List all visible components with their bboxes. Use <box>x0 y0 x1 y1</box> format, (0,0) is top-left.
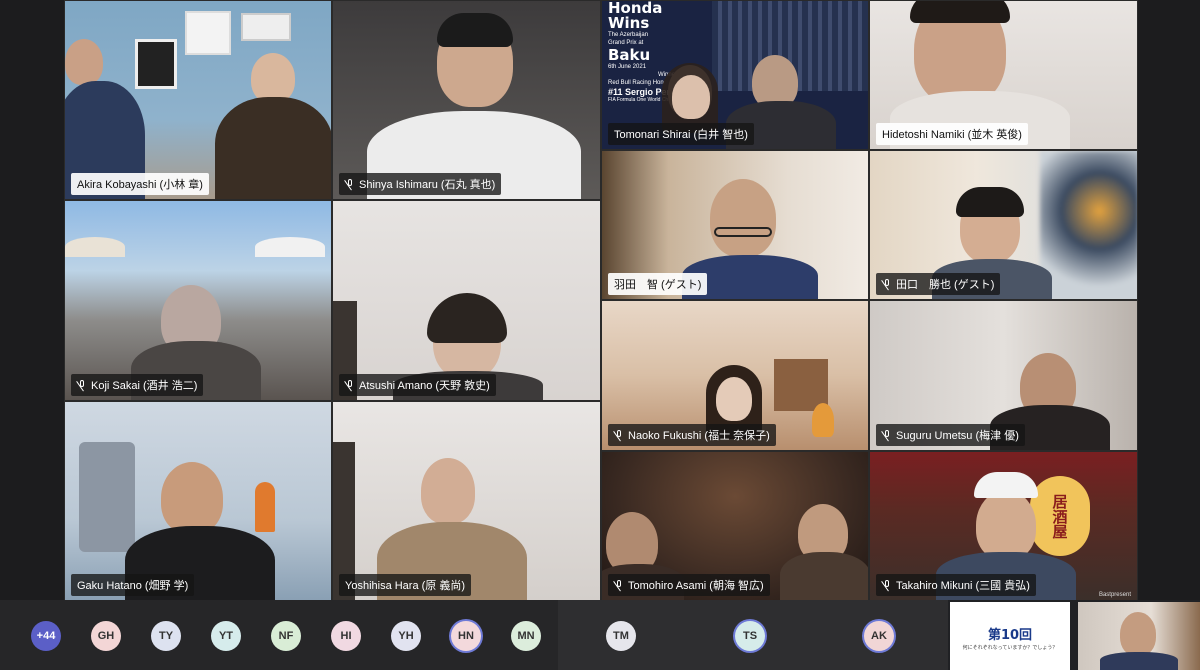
avatar[interactable]: YH <box>391 621 421 651</box>
avatar[interactable]: HI <box>331 621 361 651</box>
video-tile-atsushi[interactable]: Atsushi Amano (天野 敦史) <box>332 200 601 401</box>
person-head <box>976 490 1036 560</box>
video-tile-hidetoshi[interactable]: Hidetoshi Namiki (並木 英俊) <box>869 0 1138 150</box>
wall-frame <box>241 13 291 41</box>
mic-muted-icon <box>614 579 624 591</box>
video-tile-haneda[interactable]: 羽田 智 (ゲスト) <box>601 150 869 300</box>
video-tile-takahiro[interactable]: 居酒屋 Bastpresent Takahiro Mikuni (三國 貴弘) <box>869 451 1138 601</box>
glasses <box>714 227 772 237</box>
participant-name: Tomonari Shirai (白井 智也) <box>608 123 754 145</box>
slide-title: 第10回 <box>987 628 1033 643</box>
parasol <box>255 237 325 257</box>
person-head <box>251 53 295 103</box>
participant-name: Yoshihisa Hara (原 義尚) <box>339 574 472 596</box>
mic-muted-icon <box>77 379 87 391</box>
participant-avatars: +44 GH TY YT NF HI YH HN MN <box>0 600 558 670</box>
mic-muted-icon <box>345 379 355 391</box>
person-head <box>710 179 776 257</box>
avatar-speaking[interactable]: TS <box>735 621 765 651</box>
video-tile-suguru[interactable]: Suguru Umetsu (梅津 優) <box>869 300 1138 451</box>
participant-name: Atsushi Amano (天野 敦史) <box>339 374 496 396</box>
mic-muted-icon <box>614 429 624 441</box>
participant-name: Koji Sakai (酒井 浩二) <box>71 374 204 396</box>
person-hair <box>437 13 513 47</box>
video-tile-koji[interactable]: Koji Sakai (酒井 浩二) <box>64 200 332 401</box>
lantern: 居酒屋 <box>1030 476 1090 556</box>
video-tile-akira[interactable]: Akira Kobayashi (小林 章) <box>64 0 332 200</box>
watermark: Bastpresent <box>1098 592 1131 598</box>
video-tile-tomohiro[interactable]: Tomohiro Asami (朝海 智広) <box>601 451 869 601</box>
participant-name: Takahiro Mikuni (三國 貴弘) <box>876 574 1036 596</box>
person-hair <box>956 187 1024 217</box>
person-body <box>780 552 868 600</box>
participant-name: Akira Kobayashi (小林 章) <box>71 173 209 195</box>
participant-name: 田口 勝也 (ゲスト) <box>876 273 1001 295</box>
video-tile-naoko[interactable]: Naoko Fukushi (福士 奈保子) <box>601 300 869 451</box>
participant-name: Shinya Ishimaru (石丸 真也) <box>339 173 502 195</box>
participant-name: Hidetoshi Namiki (並木 英俊) <box>876 123 1028 145</box>
avatar[interactable]: YT <box>211 621 241 651</box>
wall-frame <box>135 39 177 89</box>
parasol <box>65 237 125 257</box>
video-tile-tomonari[interactable]: Honda Wins The Azerbaijan Grand Prix at … <box>601 0 869 150</box>
wall-frame <box>185 11 231 55</box>
mic-muted-icon <box>882 579 892 591</box>
participant-avatars-featured: TM TS AK <box>558 600 948 670</box>
pumpkin-decoration <box>812 403 834 437</box>
avatar-speaking[interactable]: HN <box>451 621 481 651</box>
avatar-speaking[interactable]: AK <box>864 621 894 651</box>
avatar[interactable]: TM <box>606 621 636 651</box>
avatar[interactable]: GH <box>91 621 121 651</box>
self-view-thumbnail[interactable] <box>1078 602 1200 670</box>
mic-muted-icon <box>882 278 892 290</box>
avatar[interactable]: MN <box>511 621 541 651</box>
participant-name: Suguru Umetsu (梅津 優) <box>876 424 1025 446</box>
participant-name: Tomohiro Asami (朝海 智広) <box>608 574 770 596</box>
person-head <box>421 458 475 524</box>
person-head <box>65 39 103 85</box>
santa-hat <box>974 472 1038 498</box>
blurred-background <box>1040 151 1137 299</box>
shared-content-thumbnail[interactable]: 第10回 何にそれぞれなっていますか？でしょう？ <box>950 602 1070 670</box>
overflow-count-button[interactable]: +44 <box>31 621 61 651</box>
video-tile-yoshihisa[interactable]: Yoshihisa Hara (原 義尚) <box>332 401 601 601</box>
mic-muted-icon <box>345 178 355 190</box>
mic-muted-icon <box>882 429 892 441</box>
video-tile-taguchi[interactable]: 田口 勝也 (ゲスト) <box>869 150 1138 300</box>
person-body <box>215 97 331 199</box>
person-head <box>1120 612 1156 656</box>
person-body <box>1100 652 1178 670</box>
slide-subtitle: 何にそれぞれなっていますか？でしょう？ <box>962 645 1058 651</box>
person-face <box>672 75 710 119</box>
person-hair <box>910 1 1010 23</box>
robot-figure <box>79 442 135 552</box>
participant-name: Gaku Hatano (畑野 学) <box>71 574 195 596</box>
participant-name: Naoko Fukushi (福士 奈保子) <box>608 424 776 446</box>
video-tile-gaku[interactable]: Gaku Hatano (畑野 学) <box>64 401 332 601</box>
avatar[interactable]: TY <box>151 621 181 651</box>
person-head <box>161 462 223 534</box>
avatar[interactable]: NF <box>271 621 301 651</box>
rocket-figure <box>255 482 275 532</box>
participant-name: 羽田 智 (ゲスト) <box>608 273 708 295</box>
person-face <box>716 377 752 421</box>
video-tile-shinya[interactable]: Shinya Ishimaru (石丸 真也) <box>332 0 601 200</box>
video-grid: Akira Kobayashi (小林 章) Koji Sakai (酒井 浩二… <box>0 0 1200 601</box>
